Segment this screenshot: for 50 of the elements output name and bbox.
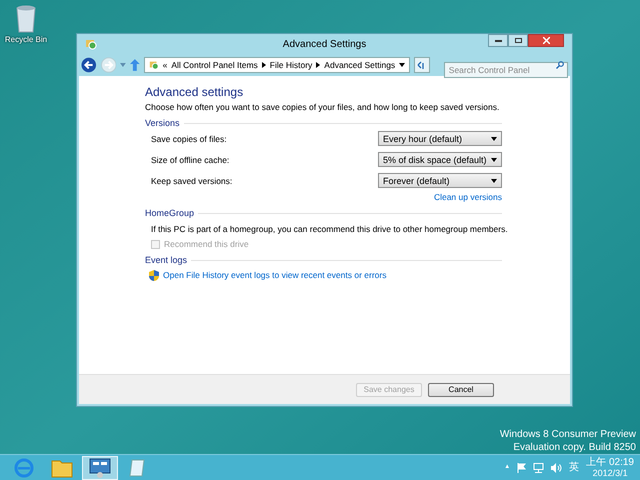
maximize-button[interactable] <box>508 34 528 47</box>
setting-label: Keep saved versions: <box>151 174 232 186</box>
flag-icon[interactable] <box>517 462 526 472</box>
dropdown[interactable]: 5% of disk space (default) <box>378 152 502 167</box>
up-arrow-icon[interactable] <box>130 59 140 71</box>
dropdown-arrow-icon <box>491 136 497 140</box>
network-icon[interactable] <box>533 462 544 472</box>
window-title: Advanced Settings <box>282 38 366 52</box>
breadcrumb-item[interactable]: All Control Panel Items <box>171 58 258 72</box>
dropdown[interactable]: Forever (default) <box>378 173 502 188</box>
homegroup-text: If this PC is part of a homegroup, you can recommend this drive to other homegroup members. <box>151 223 508 235</box>
dropdown-arrow-icon <box>491 178 497 182</box>
refresh-button[interactable] <box>414 57 430 73</box>
checkbox-label: Recommend this drive <box>164 238 249 250</box>
event-logs-link[interactable]: Open File History event logs to view recent events or errors <box>163 269 386 281</box>
setting-label: Size of offline cache: <box>151 154 230 166</box>
dropdown[interactable]: Every hour (default) <box>378 131 502 146</box>
breadcrumb-separator-icon[interactable] <box>262 62 266 68</box>
speaker-icon[interactable] <box>551 462 562 472</box>
breadcrumb-item[interactable]: File History <box>270 58 312 72</box>
search-field[interactable]: Search Control Panel <box>444 62 568 78</box>
section-title: Versions <box>145 117 180 129</box>
description: Choose how often you want to save copies of your files, and how long to keep saved versions. <box>145 101 500 113</box>
back-icon[interactable] <box>81 57 97 73</box>
control-panel-icon <box>89 458 111 478</box>
file-history-icon <box>148 60 159 70</box>
close-icon <box>542 37 550 44</box>
dropdown-arrow-icon[interactable] <box>399 63 406 67</box>
setting-label: Save copies of files: <box>151 132 227 144</box>
shield-icon <box>149 270 159 280</box>
address-bar[interactable]: « All Control Panel Items File History Advanced Settings <box>144 57 410 73</box>
breadcrumb-item[interactable]: Advanced Settings <box>324 58 396 72</box>
dropdown-arrow-icon <box>491 158 497 162</box>
page-heading: Advanced settings <box>145 86 244 98</box>
edition-text: Evaluation copy. Build 8250 <box>513 441 636 454</box>
search-icon <box>556 61 564 69</box>
close-button[interactable] <box>528 34 564 47</box>
edition-text: Windows 8 Consumer Preview <box>500 428 636 441</box>
folder-icon <box>51 458 73 478</box>
clean-up-link[interactable]: Clean up versions <box>434 191 502 203</box>
breadcrumb-overflow[interactable]: « <box>162 58 168 72</box>
desktop-icon-label: Recycle Bin <box>4 34 48 46</box>
section-title: Event logs <box>145 254 188 266</box>
dialog-button[interactable]: Cancel <box>428 382 494 396</box>
trash-bin-icon[interactable] <box>14 4 38 34</box>
minimize-button[interactable] <box>488 34 508 47</box>
breadcrumb-separator-icon[interactable] <box>316 62 320 68</box>
taskbar-button[interactable] <box>82 456 118 480</box>
file-history-icon <box>85 38 97 50</box>
section-title: HomeGroup <box>145 207 194 219</box>
